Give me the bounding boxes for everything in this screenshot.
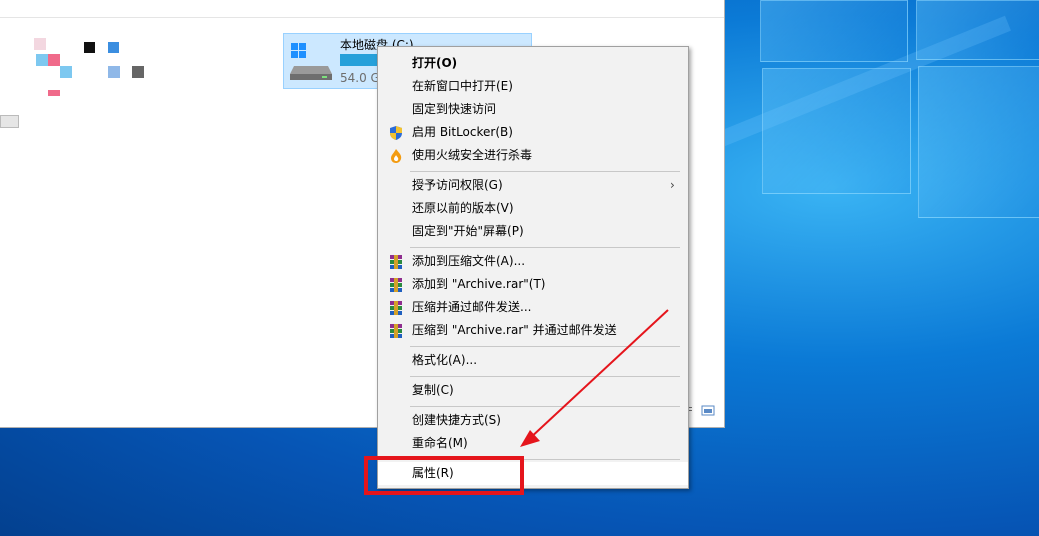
annotation-arrow [520,309,669,447]
